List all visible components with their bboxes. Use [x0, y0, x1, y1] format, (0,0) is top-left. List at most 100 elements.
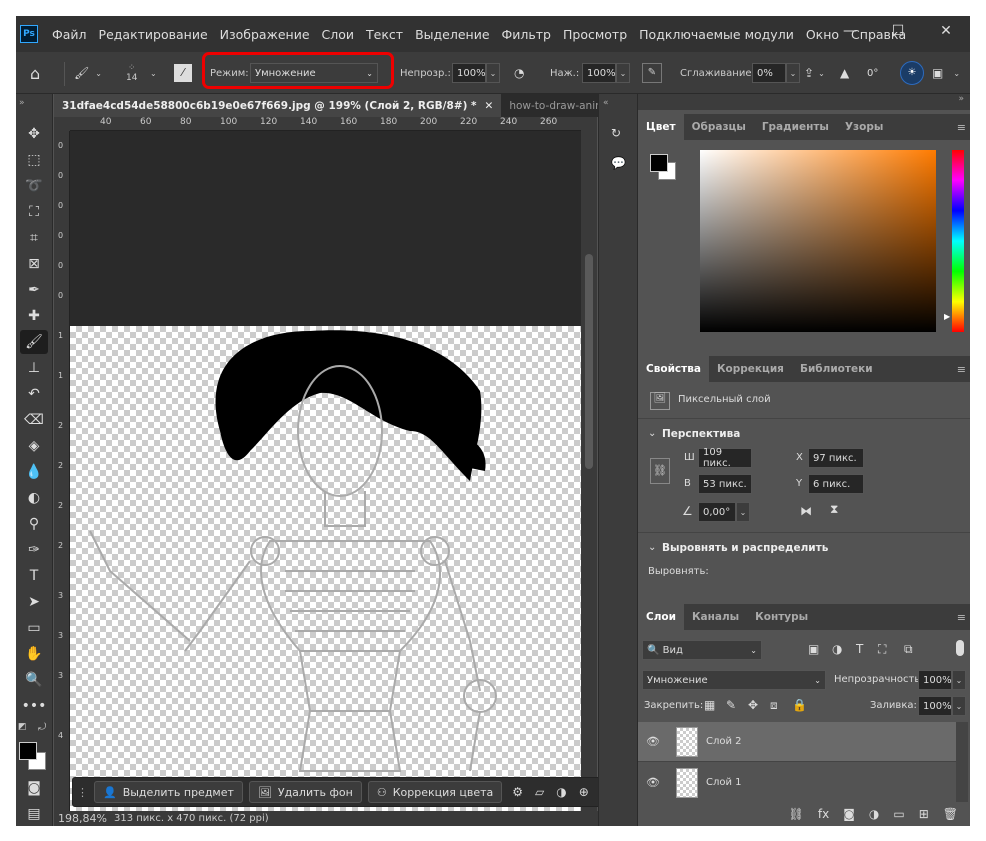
- pressure-input[interactable]: 100%: [582, 63, 616, 83]
- angle-input[interactable]: 0°: [862, 63, 892, 83]
- panel-menu-icon[interactable]: ≡: [957, 121, 966, 134]
- filter-shape-icon[interactable]: ⛶: [878, 642, 886, 657]
- type-tool-icon[interactable]: T: [20, 564, 48, 588]
- swap-colors-icon[interactable]: ⤾: [38, 722, 46, 733]
- collapse-icon[interactable]: »: [19, 98, 25, 108]
- tab-color[interactable]: Цвет: [638, 114, 684, 140]
- layers-scrollbar[interactable]: [956, 722, 968, 804]
- scroll-thumb[interactable]: [585, 254, 593, 469]
- chevron-down-icon[interactable]: ⌄: [818, 69, 825, 78]
- foreground-color-swatch[interactable]: [19, 742, 37, 760]
- height-input[interactable]: 53 пикс.: [698, 474, 752, 494]
- quick-mask-icon[interactable]: ◙: [20, 776, 48, 800]
- layer-row[interactable]: 👁 Слой 2: [638, 722, 956, 762]
- visibility-eye-icon[interactable]: 👁: [638, 776, 668, 789]
- healing-tool-icon[interactable]: ✚: [20, 304, 48, 328]
- smoothing-settings-icon[interactable]: ⇪: [804, 66, 814, 80]
- panel-menu-icon[interactable]: ≡: [957, 611, 966, 624]
- collapse-panels-icon[interactable]: »: [638, 94, 970, 110]
- select-subject-button[interactable]: 👤 Выделить предмет: [94, 781, 243, 803]
- chevron-down-icon[interactable]: ⌄: [616, 63, 630, 83]
- tab-active-document[interactable]: 31dfae4cd54de58800c6b19e0e67f669.jpg @ 1…: [54, 94, 502, 117]
- stamp-tool-icon[interactable]: ⊥: [20, 356, 48, 380]
- hue-slider[interactable]: [952, 150, 964, 332]
- lasso-tool-icon[interactable]: ➰: [20, 174, 48, 198]
- filter-toggle[interactable]: [956, 640, 964, 656]
- dodge-tool-icon[interactable]: ◐: [20, 486, 48, 510]
- visibility-eye-icon[interactable]: 👁: [638, 735, 668, 748]
- drag-handle-icon[interactable]: ⋮: [77, 786, 88, 799]
- chevron-down-icon[interactable]: ⌄: [95, 69, 102, 78]
- add-mask-icon[interactable]: ◙: [843, 807, 855, 821]
- tab-channels[interactable]: Каналы: [684, 604, 747, 630]
- tab-gradients[interactable]: Градиенты: [754, 114, 837, 140]
- chevron-down-icon[interactable]: ⌄: [952, 696, 966, 716]
- zoom-level[interactable]: 198,84%: [58, 812, 107, 825]
- menu-view[interactable]: Просмотр: [557, 27, 633, 42]
- pressure-opacity-icon[interactable]: ◔: [514, 66, 524, 80]
- menu-file[interactable]: Файл: [46, 27, 93, 42]
- tab-libraries[interactable]: Библиотеки: [792, 356, 881, 382]
- layer-style-icon[interactable]: fx: [818, 807, 829, 821]
- opacity-input[interactable]: 100%: [452, 63, 486, 83]
- flip-horizontal-icon[interactable]: ⧓: [800, 504, 812, 518]
- section-perspective[interactable]: Перспектива: [662, 428, 740, 440]
- link-layers-icon[interactable]: ⛓: [789, 807, 804, 821]
- color-correction-button[interactable]: ⚇ Коррекция цвета: [367, 781, 503, 803]
- lock-all-icon[interactable]: 🔒: [792, 698, 807, 712]
- brush-preset-icon[interactable]: 🖌: [74, 66, 89, 80]
- layer-opacity-input[interactable]: 100%: [918, 670, 952, 690]
- move-tool-icon[interactable]: ✥: [20, 122, 48, 146]
- home-icon[interactable]: ⌂: [30, 64, 40, 83]
- panel-menu-icon[interactable]: ≡: [957, 363, 966, 376]
- expand-panels-icon[interactable]: «: [603, 98, 609, 108]
- history-brush-tool-icon[interactable]: ↶: [20, 382, 48, 406]
- width-input[interactable]: 109 пикс.: [698, 447, 752, 469]
- pen-tool-icon[interactable]: ✑: [20, 538, 48, 562]
- minimize-icon[interactable]: —: [826, 16, 874, 46]
- menu-image[interactable]: Изображение: [214, 27, 316, 42]
- paint-bucket-tool-icon[interactable]: ◈: [20, 434, 48, 458]
- maximize-icon[interactable]: ☐: [874, 16, 922, 46]
- dodge-burn-tool-icon[interactable]: ⚲: [20, 512, 48, 536]
- chevron-down-icon[interactable]: ⌄: [952, 670, 966, 690]
- adjustment-icon[interactable]: ◑: [556, 785, 566, 799]
- layer-name[interactable]: Слой 1: [706, 777, 742, 788]
- canvas-area[interactable]: [70, 131, 581, 811]
- lock-pixels-icon[interactable]: ✎: [726, 698, 736, 712]
- brush-tool-icon[interactable]: 🖌: [20, 330, 48, 354]
- rectangle-tool-icon[interactable]: ▭: [20, 616, 48, 640]
- hand-tool-icon[interactable]: ✋: [20, 642, 48, 666]
- layer-filter-select[interactable]: 🔍 Вид ⌄: [642, 640, 762, 660]
- brush-panel-icon[interactable]: ⁄: [174, 64, 192, 82]
- tab-adjustments[interactable]: Коррекция: [709, 356, 792, 382]
- crop-tool-icon[interactable]: ⌗: [20, 226, 48, 250]
- lock-transparency-icon[interactable]: ▦: [704, 698, 715, 712]
- settings-icon[interactable]: ⚙: [512, 785, 523, 799]
- transform-icon[interactable]: ⏥: [535, 785, 544, 799]
- chevron-down-icon[interactable]: ⌄: [786, 63, 800, 83]
- eyedropper-tool-icon[interactable]: ✒: [20, 278, 48, 302]
- menu-select[interactable]: Выделение: [409, 27, 495, 42]
- layer-row[interactable]: 👁 Слой 1: [638, 763, 956, 803]
- chevron-down-icon[interactable]: ⌄: [150, 69, 157, 78]
- more-tools-icon[interactable]: •••: [20, 694, 48, 718]
- hue-marker-icon[interactable]: ▶: [944, 312, 950, 321]
- screen-mode-icon[interactable]: ▤: [20, 802, 48, 826]
- tab-swatches[interactable]: Образцы: [684, 114, 754, 140]
- flip-vertical-icon[interactable]: ⧗: [830, 502, 838, 517]
- history-panel-icon[interactable]: ↻: [611, 126, 621, 140]
- menu-edit[interactable]: Редактирование: [93, 27, 214, 42]
- menu-filter[interactable]: Фильтр: [496, 27, 557, 42]
- tab-properties[interactable]: Свойства: [638, 356, 709, 382]
- tab-paths[interactable]: Контуры: [747, 604, 816, 630]
- menu-layers[interactable]: Слои: [316, 27, 361, 42]
- delete-layer-icon[interactable]: 🗑: [943, 807, 958, 821]
- chevron-down-icon[interactable]: ⌄: [736, 502, 750, 522]
- add-layer-icon[interactable]: ⊕: [579, 785, 589, 799]
- blend-mode-select[interactable]: Умножение ⌄: [642, 670, 826, 690]
- tab-layers[interactable]: Слои: [638, 604, 684, 630]
- lock-artboard-icon[interactable]: ⧈: [770, 698, 778, 713]
- eraser-tool-icon[interactable]: ⌫: [20, 408, 48, 432]
- color-field[interactable]: [700, 150, 936, 332]
